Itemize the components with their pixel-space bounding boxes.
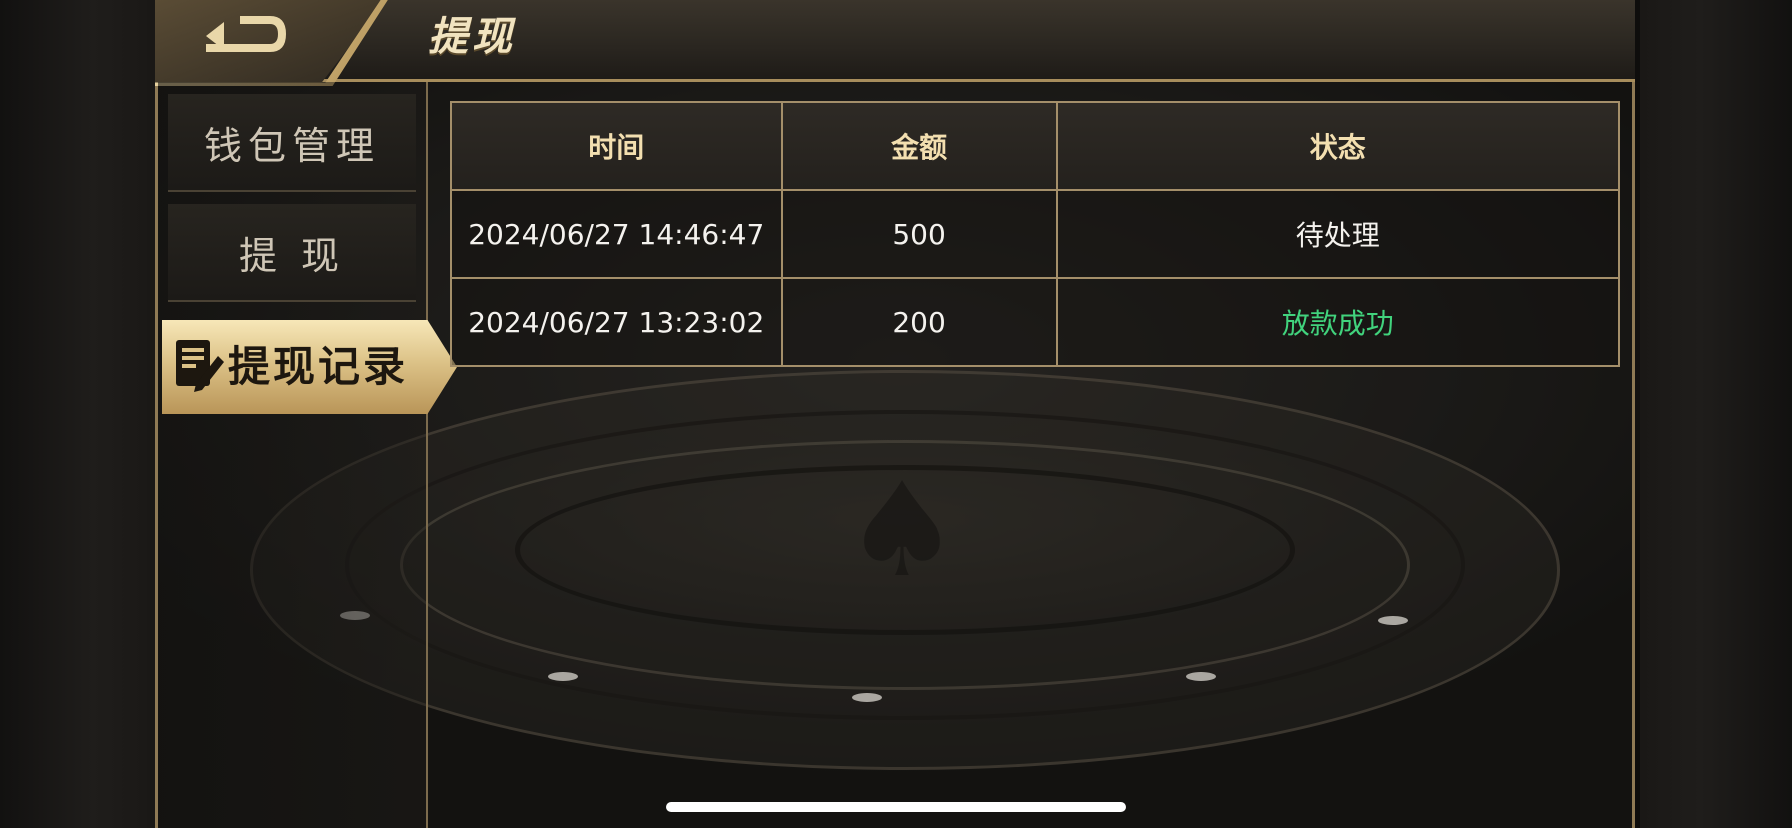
sidebar-item-wallet-management[interactable]: 钱包管理 [168, 94, 416, 192]
floor-light [1186, 672, 1216, 681]
cell-time: 2024/06/27 13:23:02 [450, 277, 783, 367]
right-backdrop [1640, 0, 1792, 828]
edit-document-icon [176, 340, 224, 392]
cell-amount: 200 [780, 277, 1058, 367]
column-header-status: 状态 [1055, 101, 1621, 191]
cell-status: 待处理 [1055, 189, 1621, 279]
cell-time: 2024/06/27 14:46:47 [450, 189, 783, 279]
floor-light [1378, 616, 1408, 625]
floor-light [548, 672, 578, 681]
sidebar-item-withdraw[interactable]: 提 现 [168, 204, 416, 302]
table-row: 2024/06/27 14:46:47 500 待处理 [450, 189, 1621, 279]
cell-amount: 500 [780, 189, 1058, 279]
column-header-amount: 金额 [780, 101, 1058, 191]
table-row: 2024/06/27 13:23:02 200 放款成功 [450, 277, 1621, 367]
back-button[interactable] [200, 10, 290, 60]
sidebar-item-label: 提 现 [238, 233, 346, 278]
page-title: 提现 [428, 13, 516, 60]
withdraw-records-table: 时间 金额 状态 2024/06/27 14:46:47 500 待处理 202… [450, 101, 1621, 367]
home-indicator[interactable] [666, 802, 1126, 812]
table-header-row: 时间 金额 状态 [450, 101, 1621, 191]
cell-status-success: 放款成功 [1055, 277, 1621, 367]
sidebar-item-label: 提现记录 [228, 342, 409, 391]
sidebar: 钱包管理 提 现 [158, 82, 428, 828]
column-header-time: 时间 [450, 101, 783, 191]
floor-light [852, 693, 882, 702]
spade-emblem-icon: ♠ [843, 454, 961, 606]
sidebar-item-label: 钱包管理 [203, 123, 380, 168]
back-arrow-icon [206, 16, 286, 52]
left-backdrop [0, 0, 155, 828]
sidebar-item-withdraw-records[interactable]: 提现记录 [162, 320, 457, 414]
